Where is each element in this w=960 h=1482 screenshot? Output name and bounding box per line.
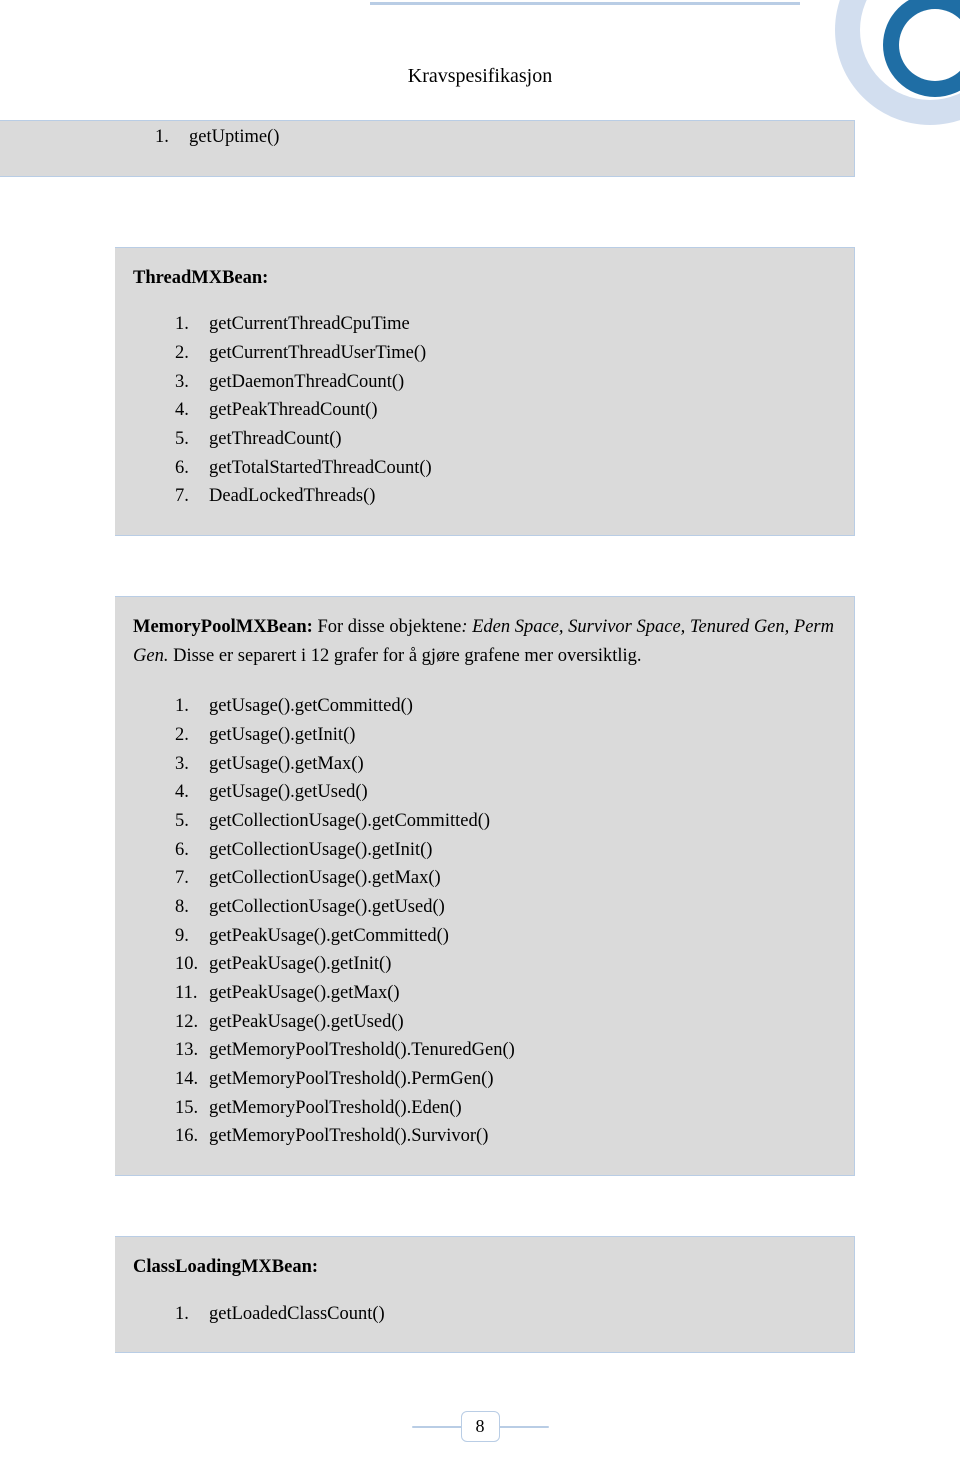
list-item-text: getPeakUsage().getCommitted() [209, 922, 449, 951]
section-uptime: 1.getUptime() [0, 120, 855, 177]
list-item-text: getMemoryPoolTreshold().Eden() [209, 1094, 462, 1123]
section-list: 1.getLoadedClassCount() [133, 1300, 836, 1329]
list-item: 10.getPeakUsage().getInit() [175, 950, 836, 979]
section-heading-after-italic: Disse er separert i 12 grafer for å gjør… [168, 646, 641, 666]
list-item: 12.getPeakUsage().getUsed() [175, 1008, 836, 1037]
list-item: 3.getDaemonThreadCount() [175, 368, 836, 397]
list-item-text: getPeakUsage().getMax() [209, 979, 400, 1008]
section-memorypoolmxbean: MemoryPoolMXBean: For disse objektene: E… [115, 596, 855, 1176]
list-item-text: getUsage().getMax() [209, 750, 364, 779]
list-item-text: getCollectionUsage().getMax() [209, 864, 441, 893]
list-item-text: getCurrentThreadUserTime() [209, 339, 426, 368]
list-item-text: getMemoryPoolTreshold().TenuredGen() [209, 1036, 515, 1065]
list-item: 7.DeadLockedThreads() [175, 482, 836, 511]
section-heading: ThreadMXBean: [133, 264, 836, 293]
list-item-text: getUsage().getInit() [209, 721, 355, 750]
footer-line-left [412, 1426, 462, 1428]
list-item: 1.getUsage().getCommitted() [175, 692, 836, 721]
list-item-text: getUptime() [189, 123, 279, 152]
list-item-text: getUsage().getUsed() [209, 778, 368, 807]
section-list: 1.getUptime() [155, 123, 836, 152]
list-item: 5.getThreadCount() [175, 425, 836, 454]
section-heading-normal: For disse objektene [313, 617, 462, 637]
list-item-text: getMemoryPoolTreshold().PermGen() [209, 1065, 494, 1094]
list-item: 8.getCollectionUsage().getUsed() [175, 893, 836, 922]
list-item: 3.getUsage().getMax() [175, 750, 836, 779]
list-item: 2.getCurrentThreadUserTime() [175, 339, 836, 368]
page-title: Kravspesifikasjon [0, 65, 960, 88]
list-item: 6.getCollectionUsage().getInit() [175, 836, 836, 865]
list-item-text: getLoadedClassCount() [209, 1300, 385, 1329]
list-item: 7.getCollectionUsage().getMax() [175, 864, 836, 893]
list-item: 11.getPeakUsage().getMax() [175, 979, 836, 1008]
list-item-text: getPeakThreadCount() [209, 396, 378, 425]
section-heading-bold: MemoryPoolMXBean: [133, 617, 313, 637]
list-item: 16.getMemoryPoolTreshold().Survivor() [175, 1122, 836, 1151]
list-item: 1.getLoadedClassCount() [175, 1300, 836, 1329]
list-item-text: getPeakUsage().getUsed() [209, 1008, 404, 1037]
list-item-text: getThreadCount() [209, 425, 342, 454]
section-threadmxbean: ThreadMXBean: 1.getCurrentThreadCpuTime … [115, 247, 855, 536]
section-heading: ClassLoadingMXBean: [133, 1253, 836, 1282]
list-item: 5.getCollectionUsage().getCommitted() [175, 807, 836, 836]
list-item-text: getPeakUsage().getInit() [209, 950, 391, 979]
list-item: 4.getUsage().getUsed() [175, 778, 836, 807]
page-number: 8 [461, 1411, 500, 1442]
list-item: 1.getUptime() [155, 123, 836, 152]
list-item: 14.getMemoryPoolTreshold().PermGen() [175, 1065, 836, 1094]
footer-line-right [499, 1426, 549, 1428]
list-item: 9.getPeakUsage().getCommitted() [175, 922, 836, 951]
list-item-text: getUsage().getCommitted() [209, 692, 413, 721]
list-item: 1.getCurrentThreadCpuTime [175, 310, 836, 339]
section-heading-bold: ClassLoadingMXBean: [133, 1257, 318, 1277]
list-item: 13.getMemoryPoolTreshold().TenuredGen() [175, 1036, 836, 1065]
section-classloadingmxbean: ClassLoadingMXBean: 1.getLoadedClassCoun… [115, 1236, 855, 1353]
list-item-text: getTotalStartedThreadCount() [209, 454, 432, 483]
list-item-text: DeadLockedThreads() [209, 482, 375, 511]
list-item: 2.getUsage().getInit() [175, 721, 836, 750]
list-item: 15.getMemoryPoolTreshold().Eden() [175, 1094, 836, 1123]
list-item-text: getDaemonThreadCount() [209, 368, 404, 397]
list-item-text: getCurrentThreadCpuTime [209, 310, 410, 339]
list-item-text: getCollectionUsage().getUsed() [209, 893, 445, 922]
list-item-text: getCollectionUsage().getInit() [209, 836, 432, 865]
header-accent-line [370, 2, 800, 5]
page-footer: 8 [0, 1411, 960, 1442]
section-list: 1.getCurrentThreadCpuTime 2.getCurrentTh… [133, 310, 836, 511]
main-content: 1.getUptime() ThreadMXBean: 1.getCurrent… [115, 120, 855, 1353]
list-item-text: getCollectionUsage().getCommitted() [209, 807, 490, 836]
list-item-text: getMemoryPoolTreshold().Survivor() [209, 1122, 488, 1151]
list-item: 6.getTotalStartedThreadCount() [175, 454, 836, 483]
section-list: 1.getUsage().getCommitted() 2.getUsage()… [133, 692, 836, 1151]
list-item: 4.getPeakThreadCount() [175, 396, 836, 425]
section-heading-bold: ThreadMXBean: [133, 268, 268, 288]
section-heading: MemoryPoolMXBean: For disse objektene: E… [133, 613, 836, 670]
